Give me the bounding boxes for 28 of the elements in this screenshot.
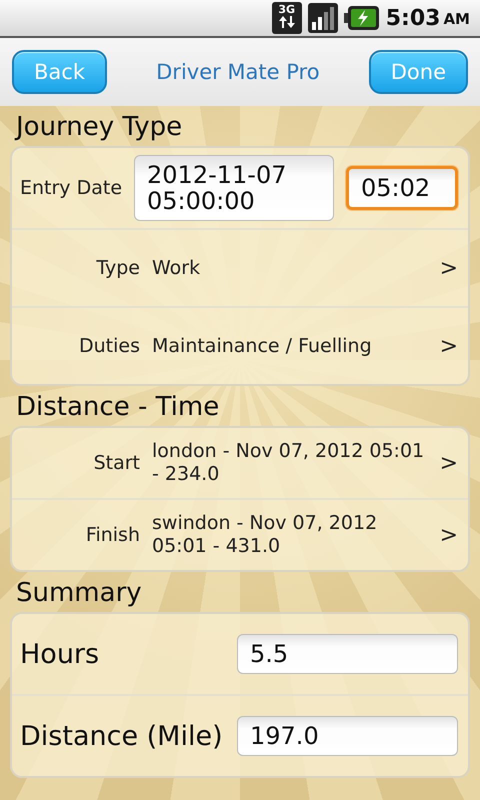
battery-charging-icon [344, 5, 380, 31]
summary-label: Hours [20, 638, 100, 670]
chevron-icon[interactable]: > [440, 256, 458, 280]
row-label: Duties [78, 335, 140, 357]
row-label: Start [92, 452, 140, 474]
chevron-icon[interactable]: > [440, 450, 458, 476]
section-heading: Summary [15, 577, 143, 610]
row-label: Entry Date [20, 177, 122, 199]
row-label: Type [95, 257, 140, 279]
summary-field[interactable]: 5.5 [237, 634, 458, 674]
row-label: Finish [84, 524, 140, 546]
summary-label: Distance (Mile) [20, 720, 224, 752]
row-value[interactable]: Work [152, 256, 428, 280]
clock-time: 5:03 [386, 6, 440, 30]
signal-icon [308, 3, 338, 33]
app-title: Driver Mate Pro [156, 60, 320, 84]
time-field[interactable]: 05:02 [346, 166, 458, 210]
date-field[interactable]: 2012-11-07 05:00:00 [134, 154, 334, 222]
chevron-icon[interactable]: > [440, 522, 458, 548]
chevron-icon[interactable]: > [440, 334, 458, 358]
section-heading: Distance - Time [15, 391, 220, 424]
data-network-icon: 3G [272, 2, 302, 34]
section-heading: Journey Type [14, 111, 184, 144]
summary-field[interactable]: 197.0 [237, 716, 458, 756]
row-value[interactable]: Maintainance / Fuelling [152, 334, 428, 358]
row-value[interactable]: london - Nov 07, 2012 05:01 - 234.0 [152, 440, 428, 486]
clock-period: AM [443, 10, 470, 28]
row-value[interactable]: swindon - Nov 07, 2012 05:01 - 431.0 [152, 512, 428, 558]
